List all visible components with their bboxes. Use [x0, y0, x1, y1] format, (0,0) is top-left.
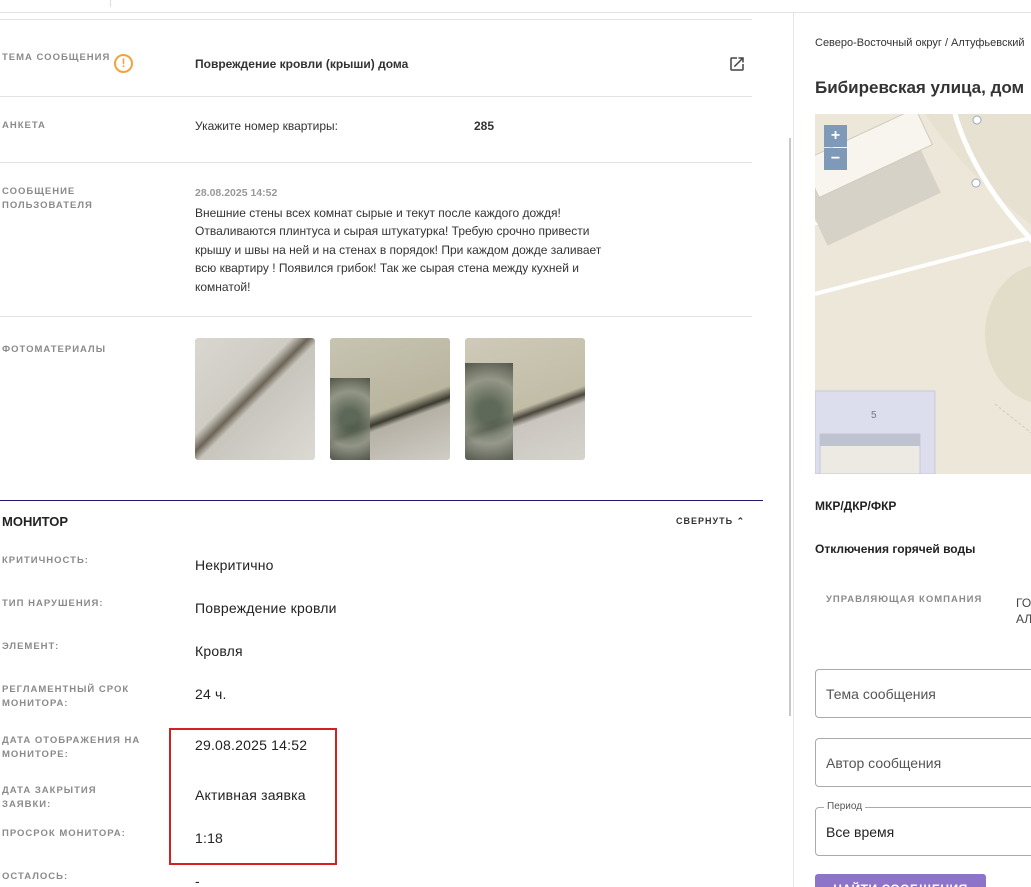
highlight-box: [169, 728, 337, 865]
monitor-row-label: ДАТА ОТОБРАЖЕНИЯ НА МОНИТОРЕ:: [2, 735, 141, 760]
monitor-row-value: Повреждение кровли: [195, 600, 337, 616]
mkr-label: МКР/ДКР/ФКР: [815, 499, 897, 513]
monitor-row-label: ЭЛЕМЕНТ:: [2, 641, 60, 652]
open-external-icon[interactable]: [728, 55, 746, 73]
find-messages-button[interactable]: НАЙТИ СООБЩЕНИЯ: [815, 874, 986, 887]
author-filter-field[interactable]: [815, 738, 1031, 787]
message-label: СООБЩЕНИЕ ПОЛЬЗОВАТЕЛЯ: [2, 186, 93, 211]
address-title: Бибиревская улица, дом: [815, 78, 1025, 97]
survey-label: АНКЕТА: [2, 120, 46, 131]
monitor-row-value: -: [195, 873, 200, 887]
photo-thumbnail-1[interactable]: [195, 338, 315, 460]
monitor-row-label: ОСТАЛОСЬ:: [2, 871, 69, 882]
message-date: 28.08.2025 14:52: [195, 187, 278, 199]
zoom-controls: + −: [824, 125, 847, 170]
chevron-up-icon: ⌃: [736, 516, 746, 526]
subject-filter-field[interactable]: [815, 669, 1031, 718]
monitor-title: МОНИТОР: [2, 514, 69, 529]
monitor-row-value: Кровля: [195, 643, 243, 659]
monitor-row-value: Некритично: [195, 557, 274, 573]
zoom-in-button[interactable]: +: [824, 125, 847, 147]
period-value: Все время: [826, 824, 895, 840]
photo-thumbnail-3[interactable]: [465, 338, 585, 460]
monitor-row-label: ПРОСРОК МОНИТОРА:: [2, 828, 126, 839]
subject-section: ТЕМА СООБЩЕНИЯ ! Повреждение кровли (кры…: [0, 19, 752, 96]
monitor-row-label: КРИТИЧНОСТЬ:: [2, 555, 89, 566]
monitor-row-value: 24 ч.: [195, 686, 227, 702]
subject-filter-input[interactable]: [826, 670, 1031, 717]
monitor-divider: [0, 500, 763, 501]
survey-question: Укажите номер квартиры:: [195, 119, 339, 133]
message-text: Внешние стены всех комнат сырые и текут …: [195, 206, 602, 294]
hot-water-label: Отключения горячей воды: [815, 542, 976, 556]
collapse-label: СВЕРНУТЬ: [676, 516, 734, 526]
author-filter-input[interactable]: [826, 739, 1031, 786]
zoom-out-button[interactable]: −: [824, 148, 847, 170]
map-tiles: [815, 114, 1031, 474]
survey-section: АНКЕТА: [0, 96, 752, 162]
survey-answer: 285: [474, 119, 495, 133]
subject-value: Повреждение кровли (крыши) дома: [195, 57, 409, 71]
monitor-row-label: ДАТА ЗАКРЫТИЯ ЗАЯВКИ:: [2, 785, 97, 810]
photos-label: ФОТОМАТЕРИАЛЫ: [2, 344, 107, 355]
breadcrumb[interactable]: Северо-Восточный округ / Алтуфьевский: [815, 37, 1025, 49]
management-company-label: УПРАВЛЯЮЩАЯ КОМПАНИЯ: [826, 594, 983, 605]
monitor-row-label: РЕГЛАМЕНТНЫЙ СРОК МОНИТОРА:: [2, 684, 130, 709]
period-label: Период: [824, 801, 866, 812]
tab-divider: [110, 0, 111, 7]
warning-icon: !: [114, 54, 133, 73]
house-number-label: 5: [871, 410, 877, 421]
photo-thumbnail-2[interactable]: [330, 338, 450, 460]
period-select[interactable]: Период Все время: [815, 801, 1031, 856]
collapse-button[interactable]: СВЕРНУТЬ ⌃: [676, 516, 745, 527]
map[interactable]: 5 + −: [815, 114, 1031, 474]
monitor-row-label: ТИП НАРУШЕНИЯ:: [2, 598, 104, 609]
top-bar: [0, 0, 1031, 13]
subject-label: ТЕМА СООБЩЕНИЯ: [2, 52, 111, 63]
management-company-value: ГО АЛ: [1016, 596, 1031, 626]
scrollbar[interactable]: [789, 138, 791, 716]
right-panel: Северо-Восточный округ / Алтуфьевский Би…: [794, 13, 1031, 887]
ticket-details: ТЕМА СООБЩЕНИЯ ! Повреждение кровли (кры…: [0, 13, 765, 887]
